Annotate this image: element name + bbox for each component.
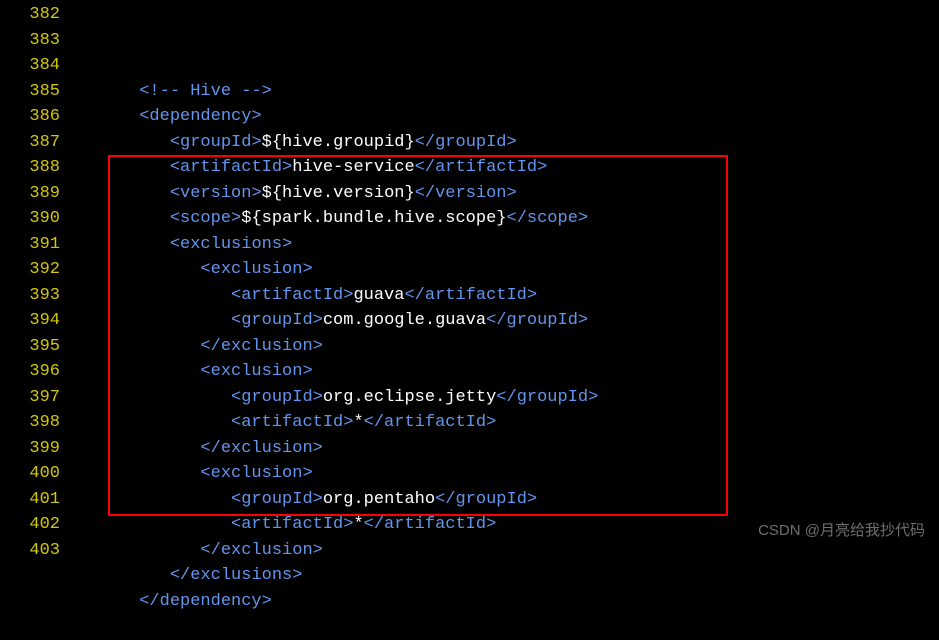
line-number: 401 (0, 487, 60, 513)
code-line: <scope>${spark.bundle.hive.scope}</scope… (78, 206, 939, 232)
code-line: <groupId>com.google.guava</groupId> (78, 308, 939, 334)
code-line: <exclusion> (78, 257, 939, 283)
line-number: 385 (0, 79, 60, 105)
code-line: </dependency> (78, 589, 939, 615)
line-number: 384 (0, 53, 60, 79)
line-number: 403 (0, 538, 60, 564)
code-line: <artifactId>*</artifactId> (78, 410, 939, 436)
line-number: 395 (0, 334, 60, 360)
code-line: <artifactId>guava</artifactId> (78, 283, 939, 309)
line-number: 390 (0, 206, 60, 232)
code-line (78, 614, 939, 640)
code-line: </exclusion> (78, 436, 939, 462)
line-number: 382 (0, 2, 60, 28)
code-line: <groupId>org.pentaho</groupId> (78, 487, 939, 513)
code-line: <exclusion> (78, 461, 939, 487)
line-number: 386 (0, 104, 60, 130)
code-line: </exclusions> (78, 563, 939, 589)
line-number: 383 (0, 28, 60, 54)
line-number-gutter: 3823833843853863873883893903913923933943… (0, 2, 78, 640)
code-line: </exclusion> (78, 334, 939, 360)
code-line: <exclusions> (78, 232, 939, 258)
line-number: 397 (0, 385, 60, 411)
line-number: 389 (0, 181, 60, 207)
code-line: <exclusion> (78, 359, 939, 385)
code-line: <version>${hive.version}</version> (78, 181, 939, 207)
line-number: 394 (0, 308, 60, 334)
code-line: <artifactId>hive-service</artifactId> (78, 155, 939, 181)
line-number: 399 (0, 436, 60, 462)
code-line: <!-- Hive --> (78, 79, 939, 105)
line-number: 392 (0, 257, 60, 283)
code-line: <groupId>${hive.groupid}</groupId> (78, 130, 939, 156)
code-line: <groupId>org.eclipse.jetty</groupId> (78, 385, 939, 411)
line-number: 393 (0, 283, 60, 309)
code-editor: 3823833843853863873883893903913923933943… (0, 0, 939, 640)
line-number: 400 (0, 461, 60, 487)
code-area: <!-- Hive --> <dependency> <groupId>${hi… (78, 2, 939, 640)
line-number: 396 (0, 359, 60, 385)
line-number: 387 (0, 130, 60, 156)
line-number: 402 (0, 512, 60, 538)
watermark-text: CSDN @月亮给我抄代码 (758, 520, 925, 543)
line-number: 391 (0, 232, 60, 258)
line-number: 398 (0, 410, 60, 436)
code-line: <dependency> (78, 104, 939, 130)
line-number: 388 (0, 155, 60, 181)
